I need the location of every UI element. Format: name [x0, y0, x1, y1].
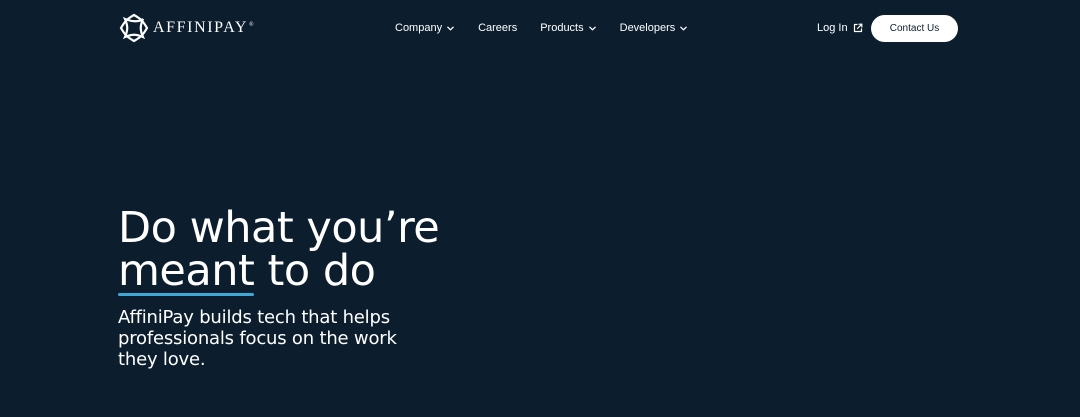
login-link[interactable]: Log In — [817, 0, 863, 56]
login-label: Log In — [817, 22, 848, 34]
hero-subtitle: AffiniPay builds tech that helps profess… — [118, 307, 397, 370]
nav-item-company[interactable]: Company — [395, 22, 455, 34]
hero-title: Do what you’re meant to do — [118, 203, 440, 293]
nav-item-label: Products — [540, 22, 584, 34]
logo-wordmark: AFFINIPAY® — [153, 19, 256, 36]
hero-title-line-1: Do what you’re — [118, 203, 440, 253]
chevron-down-icon — [588, 26, 596, 30]
nav-item-label: Careers — [478, 22, 518, 34]
hero-title-highlight: meant — [118, 246, 255, 296]
external-link-icon — [853, 23, 862, 33]
affinipay-logo-icon — [119, 13, 149, 43]
contact-us-button[interactable]: Contact Us — [871, 15, 958, 42]
nav-item-products[interactable]: Products — [540, 22, 596, 34]
nav-item-label: Developers — [619, 22, 676, 34]
nav-item-developers[interactable]: Developers — [620, 22, 689, 34]
nav-item-label: Company — [395, 22, 443, 34]
page: AFFINIPAY® Company Careers Products Deve… — [0, 0, 1080, 417]
affinipay-logo[interactable]: AFFINIPAY® — [119, 13, 255, 43]
hero-title-rest: to do — [254, 246, 376, 296]
hero-title-line-2: meant to do — [118, 250, 439, 293]
main-nav: Company Careers Products Developers — [395, 0, 711, 56]
site-header: AFFINIPAY® Company Careers Products Deve… — [0, 0, 1080, 56]
nav-item-careers[interactable]: Careers — [478, 22, 517, 34]
hero-title-underline — [118, 293, 254, 296]
chevron-down-icon — [680, 26, 688, 30]
chevron-down-icon — [447, 26, 454, 30]
